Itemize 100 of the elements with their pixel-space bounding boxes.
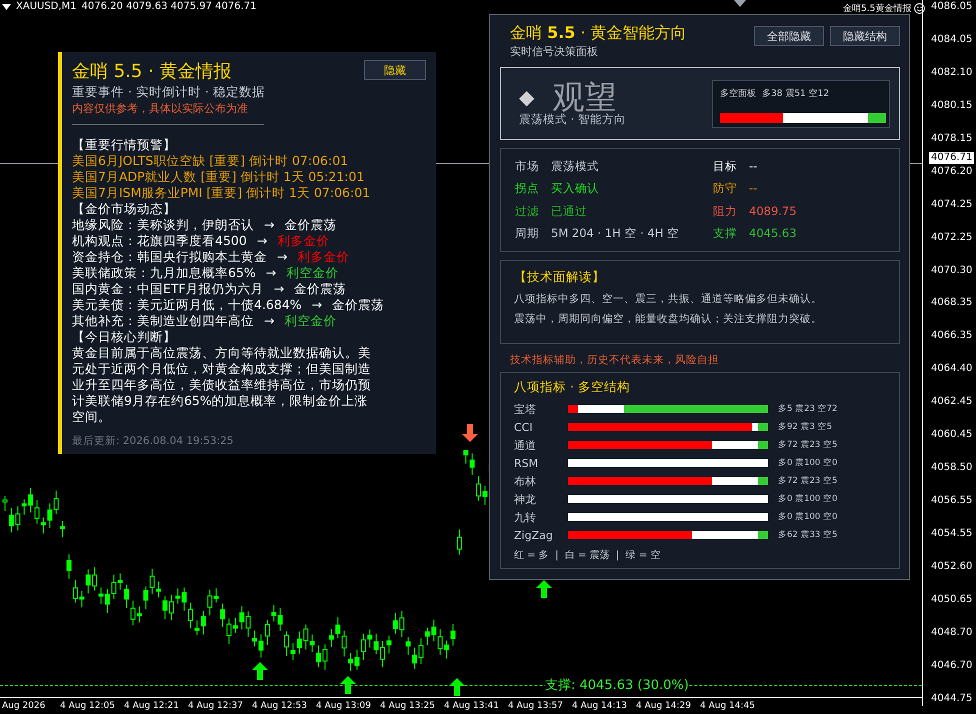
- panel-subtitle: 重要事件 · 实时倒计时 · 稳定数据: [72, 84, 265, 101]
- time-tick-label: 4 Aug 13:41: [444, 700, 500, 713]
- price-tick-label: 4082.10: [931, 66, 974, 80]
- verdict-text: 利空金价: [284, 313, 336, 329]
- up-arrow-icon: [340, 676, 356, 694]
- verdict-text: 金价震荡: [284, 217, 336, 233]
- dropdown-icon[interactable]: [2, 4, 11, 10]
- price-tick-label: 4052.60: [931, 560, 974, 574]
- current-price-label: 4076.71: [929, 152, 974, 164]
- indicator-reading: 多72 震23 空5: [778, 475, 838, 487]
- info-value: 5M 204 · 1H 空 · 4H 空: [551, 226, 680, 241]
- info-label: 阻力: [713, 204, 737, 219]
- price-tick-label: 4050.65: [931, 592, 974, 607]
- verdict-text: 金价震荡: [332, 297, 384, 313]
- balance-title: 多空面板: [720, 88, 756, 100]
- up-arrow-icon: [536, 580, 552, 598]
- verdict-text: 金价震荡: [294, 281, 346, 297]
- info-label: 目标: [713, 159, 737, 174]
- price-tick-label: 4046.70: [931, 658, 974, 673]
- info-label: 周期: [515, 226, 539, 241]
- down-arrow-icon: [462, 424, 478, 442]
- mode-text: 震荡模式 · 智能方向: [519, 112, 626, 127]
- info-label: 支撑: [713, 226, 737, 241]
- verdict-text: 利多金价: [297, 249, 350, 265]
- panel-button[interactable]: 隐藏结构: [830, 26, 900, 46]
- price-tick-label: 4058.50: [931, 461, 974, 476]
- panel-button[interactable]: 全部隐藏: [754, 26, 824, 46]
- section-heading: 八项指标 · 多空结构: [514, 379, 631, 396]
- arrow-text: →: [274, 281, 284, 297]
- time-tick-label: 4 Aug 12:21: [124, 700, 180, 713]
- time-tick-label: 4 Aug 13:57: [508, 700, 564, 713]
- panel-title: 金哨 5.5 · 黄金情报: [72, 60, 233, 84]
- section-heading: 【技术面解读】: [514, 269, 606, 286]
- time-tick-label: 4 Aug 12:05: [60, 700, 116, 713]
- info-value: 震荡模式: [551, 159, 599, 174]
- triangle-marker-icon: [734, 0, 746, 7]
- indicator-label: 金哨5.5黄金情报: [843, 2, 912, 15]
- info-value: --: [749, 181, 758, 196]
- price-tick-label: 4054.55: [931, 527, 974, 541]
- indicator-reading: 多62 震33 空5: [778, 529, 838, 541]
- news-factor-text: 美联储政策：九月加息概率65%: [72, 265, 256, 281]
- price-tick-label: 4066.35: [931, 329, 974, 344]
- info-value: --: [749, 159, 758, 174]
- quote-text: 4076.20 4079.63 4075.97 4076.71: [82, 1, 256, 12]
- verdict-text: 利空金价: [286, 265, 338, 281]
- info-value: 已通过: [551, 204, 587, 219]
- section-heading: 【今日核心判断】: [72, 329, 177, 345]
- signal-label: 观望: [552, 80, 616, 114]
- arrow-text: →: [264, 217, 274, 233]
- time-tick-label: 4 Aug 14:13: [572, 700, 628, 713]
- price-tick-label: 4084.05: [931, 32, 974, 47]
- indicator-name: 九转: [514, 510, 537, 524]
- news-factor-text: 地缘风险：美称谈判，伊朗否认: [72, 217, 254, 233]
- analysis-text: 震荡中，周期同向偏空，能量收盘均确认；关注支撑阻力突破。: [514, 312, 823, 326]
- indicator-reading: 多5 震23 空72: [778, 403, 838, 415]
- panel-title: 金哨 5.5 · 黄金智能方向: [510, 23, 687, 44]
- arrow-text: →: [266, 265, 276, 281]
- price-tick-label: 4062.45: [931, 395, 974, 410]
- info-value: 4089.75: [749, 204, 797, 219]
- news-factor-text: 机构观点：花旗四季度看4500: [72, 233, 247, 249]
- arrow-text: →: [277, 249, 288, 265]
- indicator-name: CCI: [514, 420, 534, 434]
- info-value: 4045.63: [749, 226, 797, 241]
- indicator-name: 通道: [514, 438, 537, 452]
- indicator-name: 宝塔: [514, 402, 537, 416]
- info-label: 过滤: [515, 204, 539, 219]
- diamond-icon: ◆: [519, 85, 534, 109]
- indicator-name: RSM: [514, 456, 540, 470]
- indicator-reading: 多0 震100 空0: [778, 493, 838, 505]
- indicator-name: ZigZag: [514, 528, 554, 542]
- up-arrow-icon: [449, 678, 465, 696]
- section-heading: 【金价市场动态】: [72, 201, 177, 217]
- support-label: 支撑: 4045.63 (30.0%): [545, 676, 689, 694]
- time-tick-label: 4 Aug 14:29: [636, 700, 692, 713]
- news-factor-text: 资金持仓：韩国央行拟购本土黄金: [72, 249, 267, 265]
- indicator-reading: 多92 震3 空5: [778, 421, 832, 433]
- disclaimer-text: 内容仅供参考，具体以实际公布为准: [72, 101, 249, 116]
- time-tick-label: 4 Aug 14:45: [700, 700, 756, 713]
- price-tick-label: 4086.05: [931, 0, 974, 14]
- price-tick-label: 4060.45: [931, 428, 974, 442]
- price-tick-label: 4056.55: [931, 494, 974, 508]
- analysis-text: 八项指标中多四、空一、震三，共振、通道等略偏多但未确认。: [514, 292, 823, 306]
- price-tick-label: 4044.75: [931, 692, 974, 706]
- price-tick-label: 4048.70: [931, 626, 974, 640]
- time-tick-label: 4 Aug 12:37: [188, 700, 244, 713]
- price-tick-label: 4080.15: [931, 98, 974, 113]
- section-heading: 【重要行情预警】: [72, 137, 177, 153]
- price-tick-label: 4068.35: [931, 296, 974, 310]
- risk-note: 技术指标辅助，历史不代表未来，风险自担: [510, 353, 720, 367]
- hide-button[interactable]: 隐藏: [364, 60, 426, 80]
- arrow-text: →: [312, 297, 322, 313]
- news-factor-text: 美元美债：美元近两月低，十债4.684%: [72, 297, 302, 313]
- balance-reading: 多38 震51 空12: [762, 88, 830, 100]
- summary-paragraph: 黄金目前属于高位震荡、方向等待就业数据确认。美元处于近两个月低位，对黄金构成支撑；但美国制造业升至四年多高位，美债收益率维持高位，市场仍预计美联储9月存在约65%的加息概率，限制金价上涨空间。: [72, 345, 372, 425]
- arrow-text: →: [264, 313, 274, 329]
- indicator-name: 神龙: [514, 492, 537, 506]
- price-tick-label: 4064.40: [931, 362, 974, 376]
- price-tick-label: 4078.15: [931, 132, 974, 146]
- price-tick-label: 4072.25: [931, 230, 974, 245]
- panel-subtitle: 实时信号决策面板: [510, 44, 599, 59]
